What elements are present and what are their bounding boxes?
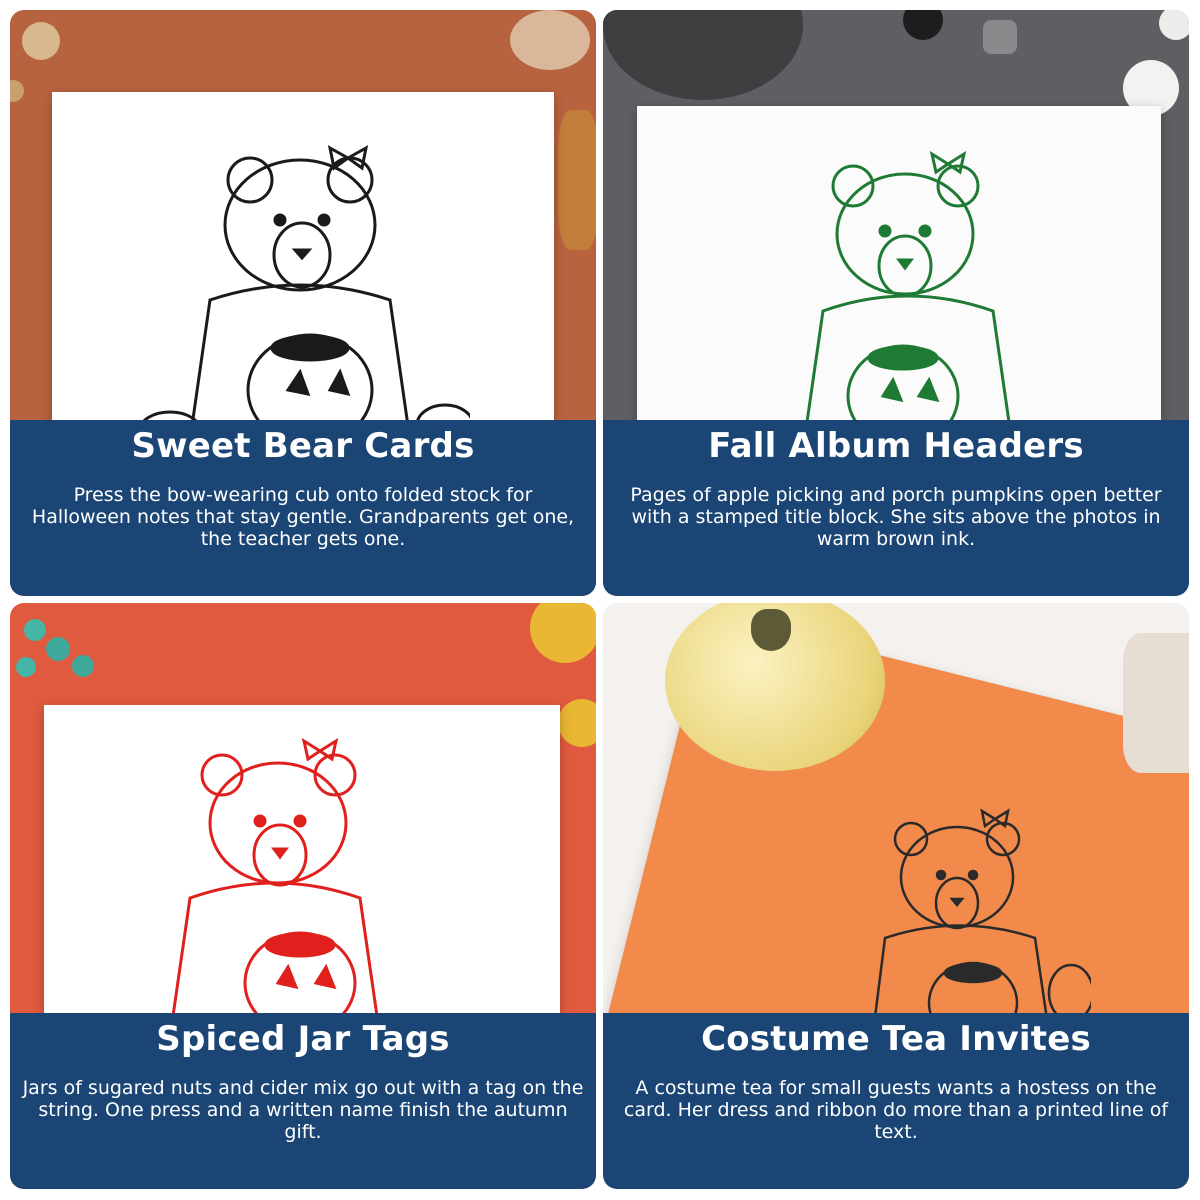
card-title: Fall Album Headers xyxy=(708,426,1084,466)
card-description: Jars of sugared nuts and cider mix go ou… xyxy=(22,1077,584,1143)
yarn-decoration xyxy=(603,10,803,100)
bear-stamp-image xyxy=(170,737,380,1023)
bead-decoration xyxy=(46,637,70,661)
card-fall-album: Fall Album Headers Pages of apple pickin… xyxy=(603,10,1189,596)
card-description: Pages of apple picking and porch pumpkin… xyxy=(630,484,1162,550)
caption-panel: Fall Album Headers Pages of apple pickin… xyxy=(603,420,1189,596)
caption-panel: Costume Tea Invites A costume tea for sm… xyxy=(603,1013,1189,1189)
bear-stamp-image xyxy=(138,145,470,440)
card-description: Press the bow-wearing cub onto folded st… xyxy=(31,484,575,550)
dried-flower-decoration xyxy=(558,110,596,250)
bear-stamp-graphic xyxy=(871,808,1091,1033)
card-title: Sweet Bear Cards xyxy=(131,426,475,466)
bead-decoration xyxy=(24,619,46,641)
bead-decoration xyxy=(16,657,36,677)
card-title: Costume Tea Invites xyxy=(701,1019,1091,1059)
bear-stamp-graphic xyxy=(803,150,1013,436)
bead-decoration xyxy=(983,20,1017,54)
bead-decoration xyxy=(72,655,94,677)
bear-stamp-image xyxy=(803,150,1013,436)
card-description: A costume tea for small guests wants a h… xyxy=(623,1077,1169,1143)
wood-bead-decoration xyxy=(22,22,60,60)
pompom-decoration xyxy=(530,603,596,663)
card-costume-tea: Costume Tea Invites A costume tea for sm… xyxy=(603,603,1189,1189)
wood-bead-decoration xyxy=(10,80,24,102)
bear-stamp-graphic xyxy=(170,737,380,1023)
card-spiced-jar: Spiced Jar Tags Jars of sugared nuts and… xyxy=(10,603,596,1189)
pumpkin-stem-decoration xyxy=(751,609,791,651)
pompom-decoration xyxy=(558,699,596,747)
caption-panel: Sweet Bear Cards Press the bow-wearing c… xyxy=(10,420,596,596)
button-decoration xyxy=(1159,10,1189,40)
card-title: Spiced Jar Tags xyxy=(156,1019,450,1059)
bear-stamp-image xyxy=(871,808,1091,1033)
bead-decoration xyxy=(903,10,943,40)
card-sweet-bear: Sweet Bear Cards Press the bow-wearing c… xyxy=(10,10,596,596)
bear-stamp-graphic xyxy=(138,145,470,440)
caption-panel: Spiced Jar Tags Jars of sugared nuts and… xyxy=(10,1013,596,1189)
stamp-handle-decoration xyxy=(1123,633,1189,773)
dried-flower-decoration xyxy=(510,10,590,70)
